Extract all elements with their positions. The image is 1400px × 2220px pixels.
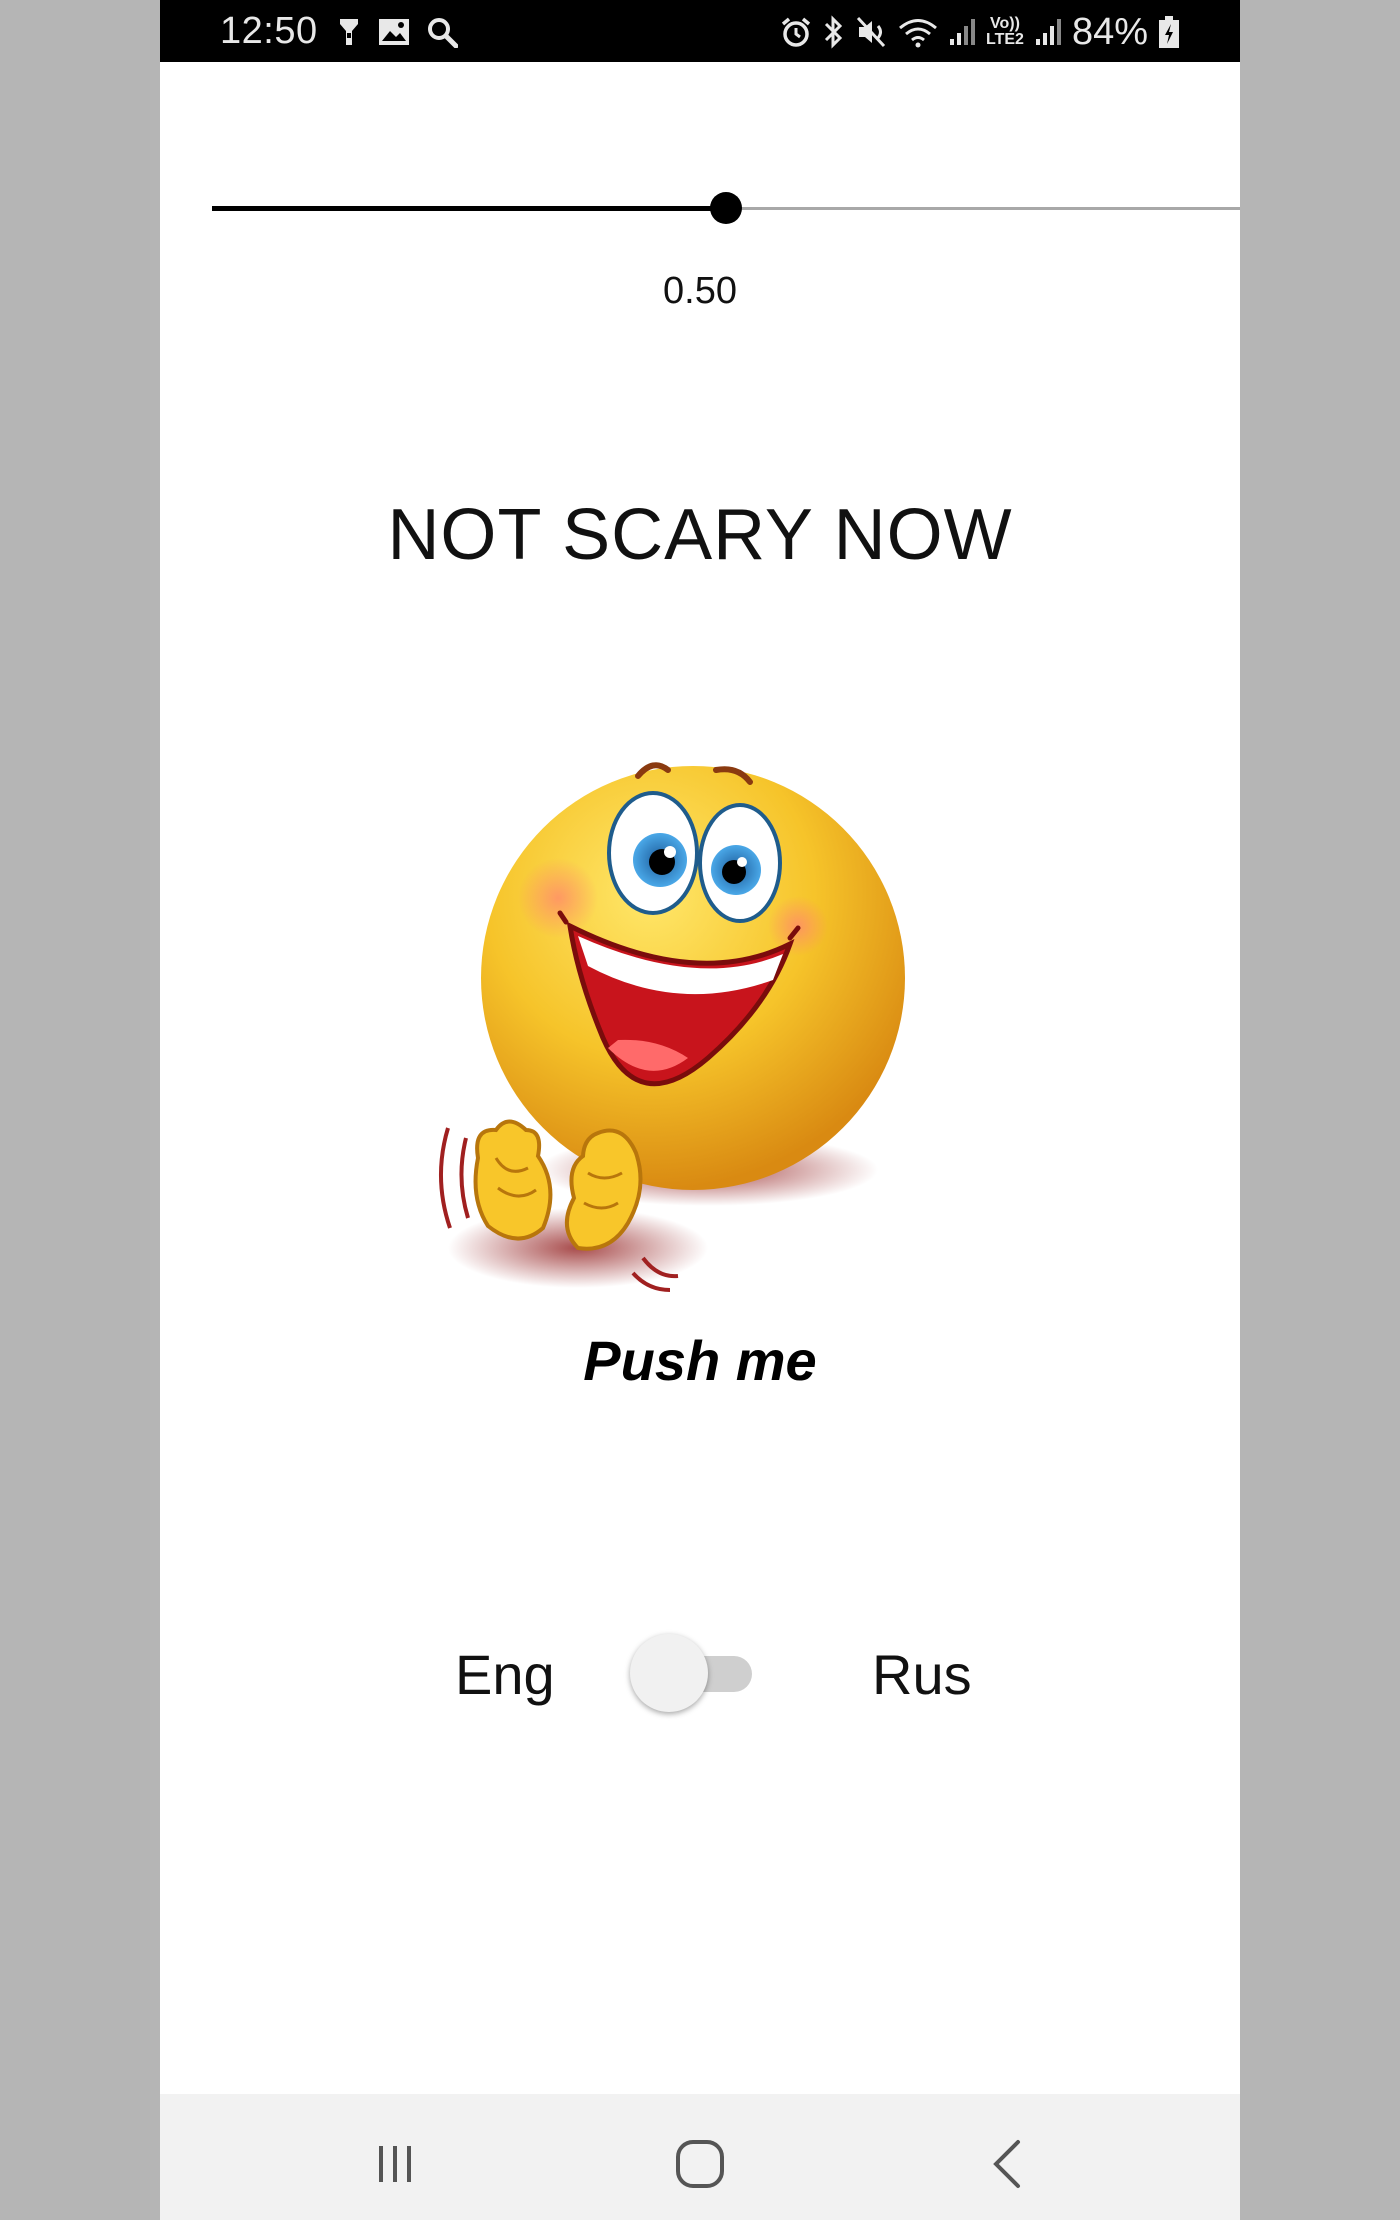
alarm-icon bbox=[781, 17, 811, 47]
battery-percent: 84% bbox=[1071, 10, 1148, 53]
language-eng-label: Eng bbox=[455, 1643, 555, 1706]
volte-bottom-label: LTE2 bbox=[986, 31, 1024, 48]
status-time: 12:50 bbox=[220, 10, 318, 52]
push-me-button[interactable]: Push me bbox=[160, 1328, 1240, 1393]
bluetooth-icon bbox=[824, 15, 843, 49]
app-screen: 12:50 Vo)) LTE2 84% 0.50 NOT SCARY NOW P… bbox=[160, 0, 1240, 2220]
home-icon[interactable] bbox=[670, 2134, 730, 2194]
status-left-icons bbox=[336, 12, 458, 52]
slider-inactive-track bbox=[726, 207, 1240, 210]
navigation-bar bbox=[160, 2094, 1240, 2220]
mute-icon bbox=[856, 16, 886, 48]
slider-active-track bbox=[212, 206, 726, 211]
language-rus-label: Rus bbox=[872, 1643, 972, 1706]
flashlight-icon bbox=[340, 19, 358, 45]
back-icon[interactable] bbox=[978, 2134, 1038, 2194]
volte-icon: Vo)) LTE2 bbox=[986, 16, 1024, 48]
laughing-clapping-emoji[interactable] bbox=[378, 758, 938, 1318]
language-toggle-row: Eng Rus bbox=[160, 1620, 1240, 1720]
language-switch[interactable] bbox=[630, 1634, 760, 1712]
status-bar: 12:50 Vo)) LTE2 84% bbox=[160, 0, 1240, 62]
search-icon bbox=[428, 18, 458, 48]
signal-icon bbox=[1035, 19, 1061, 45]
battery-icon bbox=[1159, 16, 1179, 48]
signal-icon bbox=[950, 19, 975, 45]
slider-value-label: 0.50 bbox=[663, 270, 737, 312]
switch-knob bbox=[630, 1634, 708, 1712]
status-headline: NOT SCARY NOW bbox=[387, 495, 1013, 575]
status-right-icons: Vo)) LTE2 84% bbox=[780, 10, 1180, 54]
gallery-icon bbox=[379, 19, 409, 45]
volte-top-label: Vo)) bbox=[990, 15, 1020, 32]
slider-thumb[interactable] bbox=[710, 192, 742, 224]
wifi-icon bbox=[899, 19, 937, 48]
recents-icon[interactable] bbox=[365, 2134, 425, 2194]
value-slider[interactable] bbox=[212, 180, 1240, 236]
